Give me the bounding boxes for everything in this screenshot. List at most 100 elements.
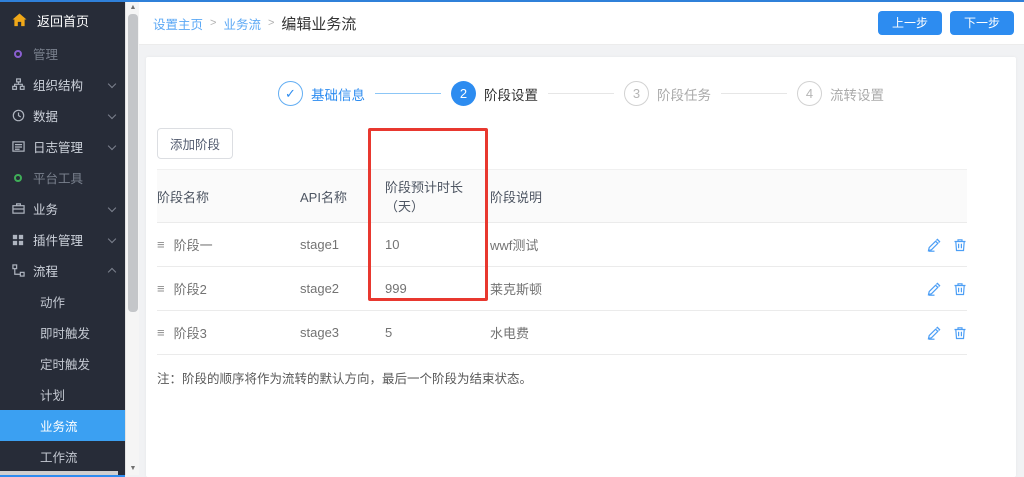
breadcrumb-link-settings-home[interactable]: 设置主页: [153, 14, 203, 33]
column-header-stage-name: 阶段名称: [157, 180, 300, 213]
purple-ring-icon: [11, 47, 25, 61]
table-row: ≡ 阶段3 stage3 5 水电费: [157, 311, 967, 355]
step-stage-settings[interactable]: 2 阶段设置: [451, 81, 538, 106]
drag-handle-icon[interactable]: ≡: [157, 237, 165, 252]
stage-name: 阶段2: [174, 279, 207, 298]
sidebar-item-label: 管理: [33, 44, 58, 63]
sidebar-item-logs[interactable]: 日志管理: [0, 131, 125, 162]
step-number: 2: [451, 81, 476, 106]
flow-icon: [11, 264, 25, 278]
sidebar-item-platform-tools[interactable]: 平台工具: [0, 162, 125, 193]
page-title: 编辑业务流: [281, 13, 356, 34]
step-flow-settings[interactable]: 4 流转设置: [797, 81, 884, 106]
table-row: ≡ 阶段一 stage1 10 wwf测试: [157, 223, 967, 267]
main-area: 设置主页 > 业务流 > 编辑业务流 上一步 下一步 ✓ 基础信息: [139, 2, 1024, 477]
sidebar-subitem-label: 定时触发: [40, 354, 90, 373]
sidebar-item-label: 平台工具: [33, 168, 83, 187]
sidebar-home-link[interactable]: 返回首页: [0, 2, 125, 38]
sidebar-item-org[interactable]: 组织结构: [0, 69, 125, 100]
edit-icon[interactable]: [927, 282, 941, 296]
sidebar-subitem-label: 即时触发: [40, 323, 90, 342]
stage-table: 阶段名称 API名称 阶段预计时长（天） 阶段说明 ≡ 阶段一 stage1 1…: [157, 169, 967, 355]
scroll-up-arrow-icon[interactable]: ▲: [126, 2, 140, 14]
table-row: ≡ 阶段2 stage2 999 莱克斯顿: [157, 267, 967, 311]
next-step-button[interactable]: 下一步: [950, 11, 1014, 35]
edit-icon[interactable]: [927, 238, 941, 252]
content-card: ✓ 基础信息 2 阶段设置 3 阶段任务 4: [146, 57, 1016, 477]
step-label: 流转设置: [830, 84, 884, 104]
step-connector: [375, 93, 441, 94]
sidebar-item-label: 业务: [33, 199, 58, 218]
breadcrumb: 设置主页 > 业务流 > 编辑业务流: [153, 13, 356, 34]
plugin-grid-icon: [11, 233, 25, 247]
sidebar-item-label: 组织结构: [33, 75, 83, 94]
column-header-description: 阶段说明: [490, 180, 907, 213]
sidebar-subitem-label: 业务流: [40, 416, 78, 435]
chevron-down-icon: [108, 142, 116, 150]
sidebar-item-business[interactable]: 业务: [0, 193, 125, 224]
log-list-icon: [11, 140, 25, 154]
window-top-accent: [0, 0, 1024, 2]
step-connector: [721, 93, 787, 94]
sidebar-item-label: 流程: [33, 261, 58, 280]
sidebar-item-plugins[interactable]: 插件管理: [0, 224, 125, 255]
sidebar-subitem-business-flow[interactable]: 业务流: [0, 410, 125, 441]
sidebar-subitem-instant-trigger[interactable]: 即时触发: [0, 317, 125, 348]
stage-duration: 5: [385, 313, 490, 352]
chevron-down-icon: [108, 235, 116, 243]
delete-icon[interactable]: [953, 282, 967, 296]
sidebar-subitem-plan[interactable]: 计划: [0, 379, 125, 410]
delete-icon[interactable]: [953, 238, 967, 252]
breadcrumb-separator: >: [268, 17, 274, 29]
column-header-api-name: API名称: [300, 180, 385, 213]
sidebar: 返回首页 管理 组织结构 数据 日志管理: [0, 2, 125, 475]
step-label: 基础信息: [311, 84, 365, 104]
home-icon: [12, 13, 27, 27]
step-stage-tasks[interactable]: 3 阶段任务: [624, 81, 711, 106]
sidebar-item-process[interactable]: 流程: [0, 255, 125, 286]
step-number: 4: [797, 81, 822, 106]
sidebar-subitem-timed-trigger[interactable]: 定时触发: [0, 348, 125, 379]
scroll-down-arrow-icon[interactable]: ▼: [126, 463, 140, 475]
wizard-steps: ✓ 基础信息 2 阶段设置 3 阶段任务 4: [157, 57, 1005, 106]
sidebar-item-data[interactable]: 数据: [0, 100, 125, 131]
step-number: 3: [624, 81, 649, 106]
prev-step-button[interactable]: 上一步: [878, 11, 942, 35]
sidebar-subitem-label: 工作流: [40, 447, 78, 466]
sidebar-item-label: 插件管理: [33, 230, 83, 249]
sidebar-subitem-workflow[interactable]: 工作流: [0, 441, 125, 472]
drag-handle-icon[interactable]: ≡: [157, 281, 165, 296]
briefcase-icon: [11, 202, 25, 216]
sidebar-scrollbar[interactable]: ▲ ▼: [125, 2, 139, 475]
sidebar-subitem-label: 计划: [40, 385, 65, 404]
breadcrumb-link-business-flow[interactable]: 业务流: [223, 14, 261, 33]
sidebar-item-label: 日志管理: [33, 137, 83, 156]
edit-icon[interactable]: [927, 326, 941, 340]
sidebar-subitem-label: 动作: [40, 292, 65, 311]
table-header-row: 阶段名称 API名称 阶段预计时长（天） 阶段说明: [157, 169, 967, 223]
stage-name: 阶段一: [174, 235, 213, 254]
column-header-actions: [907, 189, 967, 203]
chevron-up-icon: [108, 268, 116, 276]
stage-name: 阶段3: [174, 323, 207, 342]
add-stage-button[interactable]: 添加阶段: [157, 128, 233, 159]
sidebar-item-guanli[interactable]: 管理: [0, 38, 125, 69]
breadcrumb-separator: >: [210, 17, 216, 29]
sidebar-subitem-action[interactable]: 动作: [0, 286, 125, 317]
top-bar: 设置主页 > 业务流 > 编辑业务流 上一步 下一步: [139, 2, 1024, 45]
org-chart-icon: [11, 78, 25, 92]
delete-icon[interactable]: [953, 326, 967, 340]
scrollbar-thumb[interactable]: [128, 14, 138, 312]
drag-handle-icon[interactable]: ≡: [157, 325, 165, 340]
step-label: 阶段任务: [657, 84, 711, 104]
step-label: 阶段设置: [484, 84, 538, 104]
chevron-down-icon: [108, 80, 116, 88]
clock-icon: [11, 109, 25, 123]
sidebar-item-label: 数据: [33, 106, 58, 125]
step-basic-info[interactable]: ✓ 基础信息: [278, 81, 365, 106]
api-name: stage2: [300, 269, 385, 308]
green-ring-icon: [11, 171, 25, 185]
stage-description: 水电费: [490, 311, 907, 354]
page-background: ✓ 基础信息 2 阶段设置 3 阶段任务 4: [139, 46, 1024, 477]
stage-duration: 10: [385, 225, 490, 264]
